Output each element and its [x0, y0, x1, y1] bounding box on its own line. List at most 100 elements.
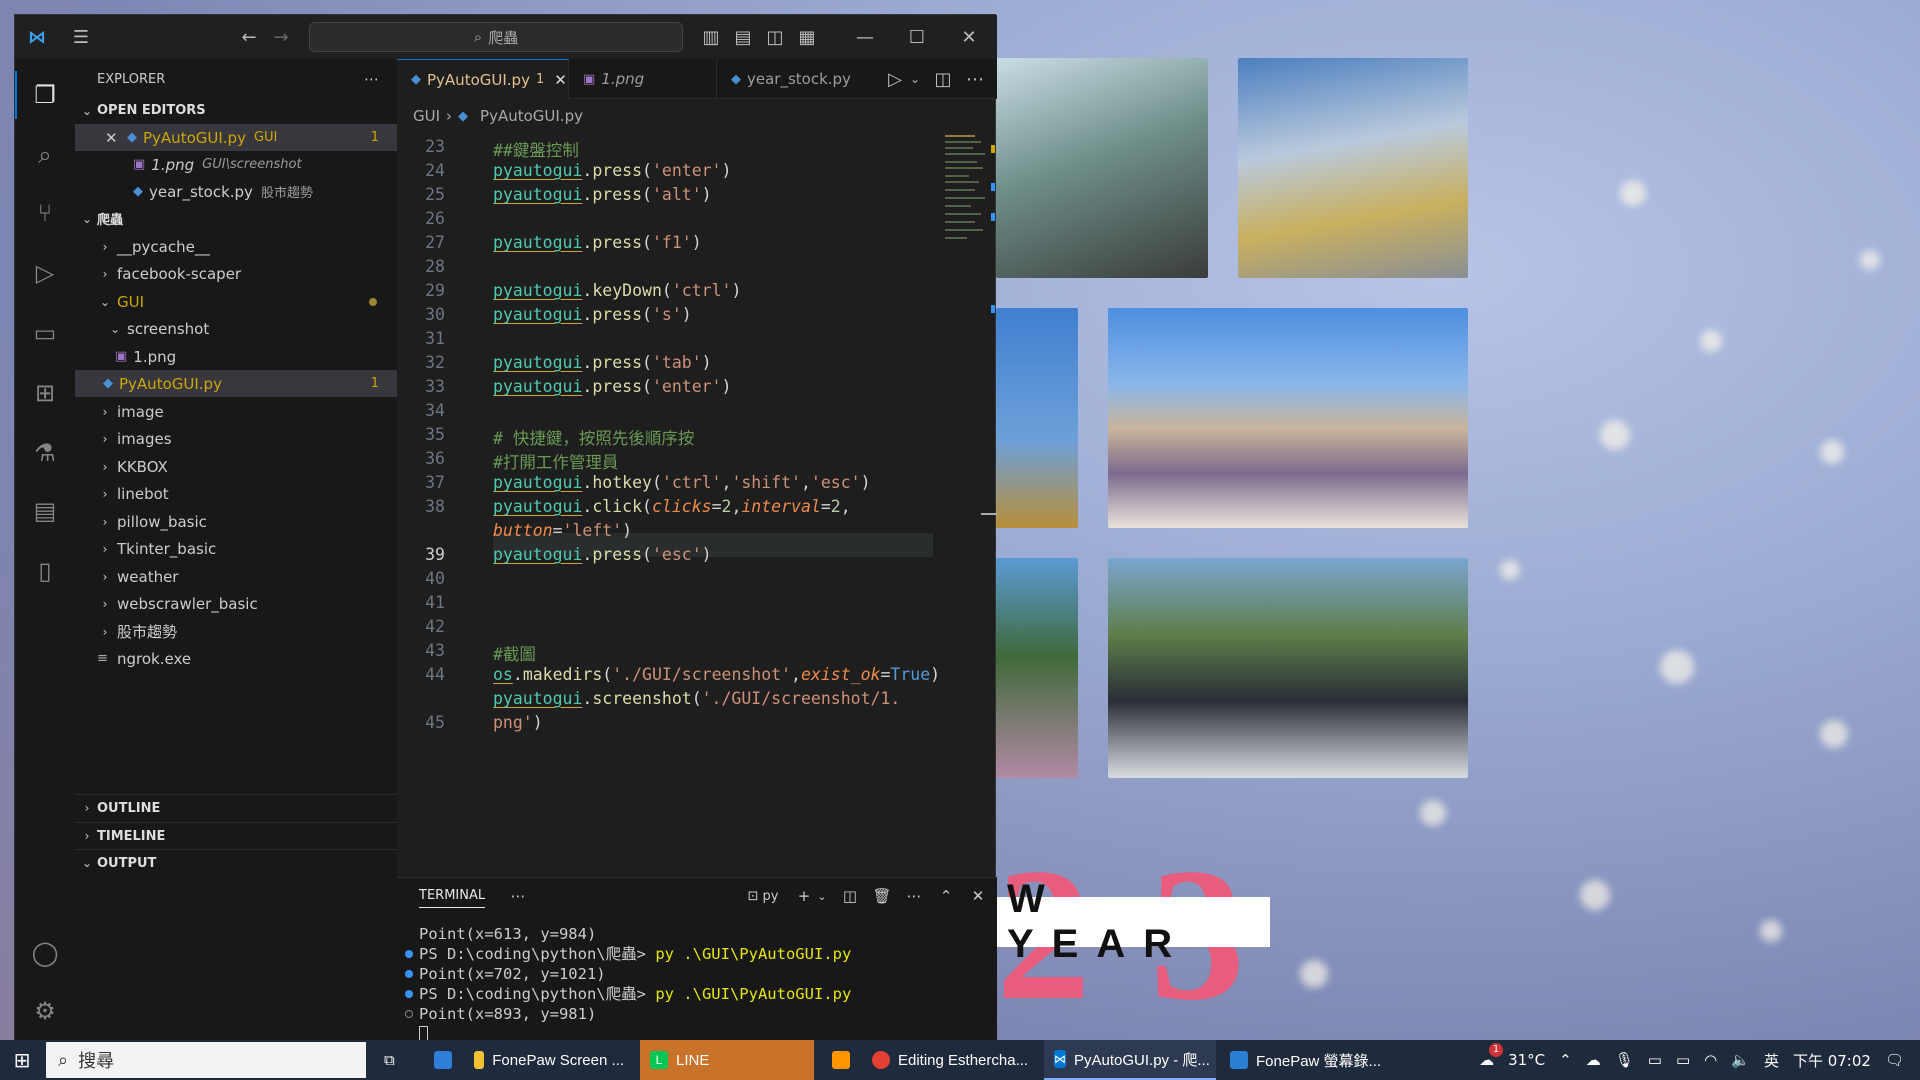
bookmark-icon[interactable]: ▯ — [27, 553, 63, 589]
tree-folder[interactable]: › weather — [75, 563, 397, 590]
volume-icon[interactable]: 🔈 — [1731, 1051, 1750, 1069]
tree-folder[interactable]: › Tkinter_basic — [75, 535, 397, 562]
tree-folder[interactable]: › linebot — [75, 480, 397, 507]
taskbar-app-vscode[interactable]: ⋈ PyAutoGUI.py - 爬... — [1044, 1040, 1216, 1080]
close-window-icon[interactable]: ✕ — [957, 25, 981, 49]
remote-explorer-icon[interactable]: ▭ — [27, 315, 63, 351]
tree-folder[interactable]: › images — [75, 425, 397, 452]
tree-item-label: weather — [117, 567, 179, 586]
microphone-icon[interactable]: 🎙 — [1615, 1051, 1634, 1069]
notifications-icon[interactable]: 🗨 — [1885, 1051, 1904, 1069]
windows-start-icon[interactable]: ⊞ — [0, 1040, 44, 1080]
task-view-icon[interactable]: ⧉ — [374, 1040, 405, 1080]
outline-section[interactable]: › OUTLINE — [75, 794, 397, 821]
tree-folder[interactable]: › webscrawler_basic — [75, 590, 397, 617]
tree-folder[interactable]: › image — [75, 398, 397, 425]
extensions-icon[interactable]: ⊞ — [27, 375, 63, 411]
onedrive-icon[interactable]: ☁ — [1586, 1051, 1601, 1069]
microsoft-store-icon[interactable] — [424, 1040, 462, 1080]
tree-folder[interactable]: › __pycache__ — [75, 233, 397, 260]
line-app-icon: L — [650, 1051, 668, 1069]
tree-file[interactable]: ◆ PyAutoGUI.py 1 — [75, 370, 397, 397]
toggle-secondary-sidebar-icon[interactable]: ◫ — [763, 25, 787, 49]
minimize-icon[interactable]: — — [853, 25, 877, 49]
output-section[interactable]: ⌄ OUTPUT — [75, 849, 397, 876]
explorer-icon[interactable]: ❐ — [27, 77, 63, 113]
breadcrumb-folder[interactable]: GUI — [413, 107, 440, 125]
line-number: 33 — [425, 377, 445, 396]
code-editor[interactable]: 23 24 25 26 27 28 29 30 31 32 33 34 35 3… — [397, 133, 940, 733]
tab-label: PyAutoGUI.py — [427, 70, 530, 89]
terminal-shell-selector[interactable]: ⊡ py — [741, 885, 785, 907]
chevron-down-icon[interactable]: ⌄ — [811, 885, 833, 907]
close-panel-icon[interactable]: ✕ — [967, 885, 989, 907]
menu-icon[interactable]: ☰ — [69, 25, 93, 49]
timeline-section[interactable]: › TIMELINE — [75, 822, 397, 849]
temperature-label[interactable]: 31°C — [1508, 1051, 1545, 1069]
sublime-text-icon[interactable] — [822, 1040, 860, 1080]
tree-folder[interactable]: › KKBOX — [75, 453, 397, 480]
command-center-search[interactable]: ⌕ 爬蟲 — [309, 22, 683, 52]
search-icon[interactable]: ⌕ — [27, 137, 63, 173]
breadcrumb-file[interactable]: PyAutoGUI.py — [480, 107, 583, 125]
maximize-panel-icon[interactable]: ⌃ — [935, 885, 957, 907]
problem-count-badge: 1 — [370, 130, 379, 145]
toggle-panel-icon[interactable]: ▤ — [731, 25, 755, 49]
tab-year-stock[interactable]: ◆ year_stock.py — [717, 59, 857, 99]
taskbar-search-placeholder: 搜尋 — [78, 1051, 115, 1072]
tree-folder[interactable]: ⌄ GUI — [75, 288, 397, 315]
chevron-up-icon[interactable]: ⌃ — [1559, 1051, 1572, 1069]
tree-folder[interactable]: › pillow_basic — [75, 508, 397, 535]
title-bar: ⋈ ☰ ← → ⌕ 爬蟲 ▥ ▤ ◫ ▦ — ☐ ✕ — [15, 15, 997, 59]
wifi-icon[interactable]: ◠ — [1704, 1051, 1717, 1069]
open-editor-item[interactable]: ▣ 1.png GUI\screenshot — [75, 151, 397, 178]
tree-folder[interactable]: › facebook-scaper — [75, 260, 397, 287]
taskbar-app-line[interactable]: L LINE — [640, 1040, 814, 1080]
taskbar-app-fonepaw-screen[interactable]: FonePaw Screen ... — [464, 1040, 634, 1080]
workspace-folder-section[interactable]: ⌄ 爬蟲 — [75, 205, 397, 232]
chevron-down-icon[interactable]: ⌄ — [903, 67, 927, 91]
split-editor-icon[interactable]: ◫ — [931, 67, 955, 91]
settings-gear-icon[interactable]: ⚙ — [27, 993, 63, 1029]
tree-folder[interactable]: › 股市趨勢 — [75, 618, 397, 645]
split-terminal-icon[interactable]: ◫ — [839, 885, 861, 907]
modified-dot — [369, 297, 377, 306]
tree-folder[interactable]: ⌄ screenshot — [75, 315, 397, 342]
ime-indicator[interactable]: 英 — [1764, 1050, 1779, 1071]
more-actions-icon[interactable]: ⋯ — [963, 67, 987, 91]
open-editor-item[interactable]: ✕ ◆ PyAutoGUI.py GUI 1 — [75, 124, 397, 151]
tree-file[interactable]: ▣ 1.png — [75, 343, 397, 370]
display-icon[interactable]: ▭ — [1648, 1051, 1662, 1069]
minimap[interactable] — [945, 135, 993, 245]
open-editor-item[interactable]: ◆ year_stock.py 股市趨勢 — [75, 178, 397, 205]
testing-icon[interactable]: ⚗ — [27, 435, 63, 471]
tab-terminal[interactable]: TERMINAL — [419, 888, 486, 908]
battery-icon[interactable]: ▭ — [1676, 1051, 1690, 1069]
clock[interactable]: 下午 07:02 — [1793, 1050, 1871, 1071]
tab-pyautogui[interactable]: ◆ PyAutoGUI.py 1 ✕ — [397, 59, 569, 99]
more-actions-icon[interactable]: ⋯ — [507, 885, 529, 907]
tab-1-png[interactable]: ▣ 1.png — [569, 59, 717, 99]
trash-icon[interactable]: 🗑 — [871, 885, 893, 907]
account-icon[interactable]: ◯ — [27, 935, 63, 971]
run-debug-icon[interactable]: ▷ — [27, 255, 63, 291]
tree-file[interactable]: ≡ ngrok.exe — [75, 645, 397, 672]
toggle-sidebar-icon[interactable]: ▥ — [699, 25, 723, 49]
line-number: 35 — [425, 425, 445, 444]
taskbar-app-chrome[interactable]: Editing Esthercha... — [862, 1040, 1042, 1080]
taskbar-search-input[interactable]: ⌕ 搜尋 — [46, 1042, 366, 1078]
forward-arrow-icon[interactable]: → — [269, 25, 293, 49]
close-tab-icon[interactable]: ✕ — [554, 71, 567, 89]
open-editors-section[interactable]: ⌄ OPEN EDITORS — [75, 97, 397, 124]
weather-icon[interactable]: ☁ 1 — [1479, 1043, 1504, 1069]
notebook-icon[interactable]: ▤ — [27, 493, 63, 529]
back-arrow-icon[interactable]: ← — [237, 25, 261, 49]
close-editor-icon[interactable]: ✕ — [105, 129, 121, 147]
more-actions-icon[interactable]: ⋯ — [364, 70, 379, 88]
taskbar-app-fonepaw-recorder[interactable]: FonePaw 螢幕錄... — [1220, 1040, 1392, 1080]
customize-layout-icon[interactable]: ▦ — [795, 25, 819, 49]
terminal-output[interactable]: Point(x=613, y=984) PS D:\coding\python\… — [405, 924, 851, 1044]
more-actions-icon[interactable]: ⋯ — [903, 885, 925, 907]
source-control-icon[interactable]: ⑂ — [27, 195, 63, 231]
maximize-icon[interactable]: ☐ — [905, 25, 929, 49]
